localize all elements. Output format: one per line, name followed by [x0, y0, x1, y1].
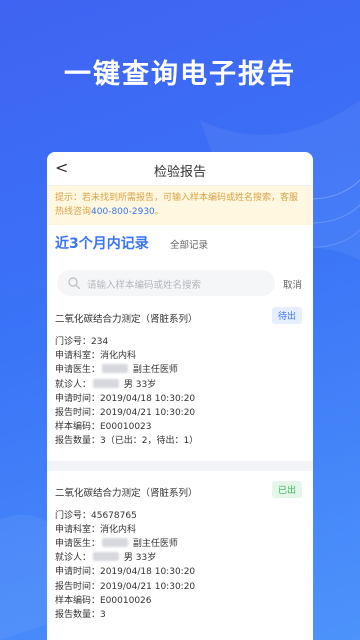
sample-code: 样本编码：E00010023 [55, 422, 152, 433]
tab-all-records[interactable]: 全部记录 [170, 237, 208, 251]
status-badge: 待出 [271, 307, 302, 324]
doctor-label: 申请医生： [55, 539, 101, 550]
doctor-label: 申请医生： [55, 365, 101, 376]
report-card[interactable]: 二氧化碳结合力测定（肾脏系列） 已出 门诊号：45678765 申请科室：消化内… [47, 471, 313, 623]
redacted-name [93, 552, 120, 562]
doctor-row: 申请医生： 副主任医师 [55, 363, 305, 377]
search-row: 请输入样本编码或姓名搜索 取消 [47, 259, 313, 297]
tab-recent-records[interactable]: 近3个月内记录 [55, 233, 149, 253]
nav-bar: < 检验报告 [47, 152, 313, 186]
status-badge: 已出 [271, 480, 302, 498]
patient-info: 男 33岁 [123, 379, 157, 390]
records-header: 近3个月内记录 全部记录 [47, 225, 313, 259]
report-count: 报告数量：3 [55, 610, 106, 621]
search-icon [68, 277, 81, 290]
hotline-link[interactable]: 400-800-2930 [91, 207, 155, 217]
apply-time: 申请时间：2019/04/18 10:30:20 [55, 567, 196, 578]
patient-label: 就诊人： [55, 379, 92, 390]
redacted-name [102, 538, 129, 548]
redacted-name [102, 364, 129, 374]
department: 申请科室：消化内科 [55, 351, 137, 362]
sample-code: 样本编码：E00010026 [55, 595, 152, 606]
patient-label: 就诊人： [55, 553, 92, 564]
apply-time: 申请时间：2019/04/18 10:30:20 [55, 393, 196, 404]
doctor-title: 副主任医师 [132, 539, 178, 550]
phone-screen: < 检验报告 提示：若未找到所需报告，可输入样本编码或姓名搜索，客服热线咨询40… [47, 152, 313, 640]
report-card[interactable]: 二氧化碳结合力测定（肾脏系列） 待出 门诊号：234 申请科室：消化内科 申请医… [47, 297, 313, 449]
report-title: 二氧化碳结合力测定（肾脏系列） [55, 314, 198, 325]
search-placeholder: 请输入样本编码或姓名搜索 [87, 280, 202, 291]
clinic-number: 门诊号：45678765 [55, 510, 137, 521]
hero-title: 一键查询电子报告 [64, 59, 296, 90]
redacted-name [93, 378, 120, 388]
report-count: 报告数量：3（已出：2，待出：1） [55, 436, 199, 447]
doctor-title: 副主任医师 [132, 365, 178, 376]
clinic-number: 门诊号：234 [55, 337, 109, 347]
report-time: 报告时间：2019/04/21 10:30:20 [55, 581, 196, 592]
cancel-button[interactable]: 取消 [283, 277, 302, 291]
report-title: 二氧化碳结合力测定（肾脏系列） [55, 487, 198, 499]
doctor-row: 申请医生： 副主任医师 [55, 537, 305, 551]
notice-banner: 提示：若未找到所需报告，可输入样本编码或姓名搜索，客服热线咨询400-800-2… [47, 186, 313, 225]
card-divider [47, 460, 313, 471]
patient-info: 男 33岁 [123, 553, 157, 564]
search-input[interactable]: 请输入样本编码或姓名搜索 [57, 270, 275, 296]
report-time: 报告时间：2019/04/21 10:30:20 [55, 408, 196, 419]
page-title: 检验报告 [153, 165, 206, 180]
patient-row: 就诊人： 男 33岁 [55, 551, 305, 565]
notice-end: 。 [154, 207, 164, 217]
patient-row: 就诊人： 男 33岁 [55, 378, 305, 392]
department: 申请科室：消化内科 [55, 524, 137, 535]
